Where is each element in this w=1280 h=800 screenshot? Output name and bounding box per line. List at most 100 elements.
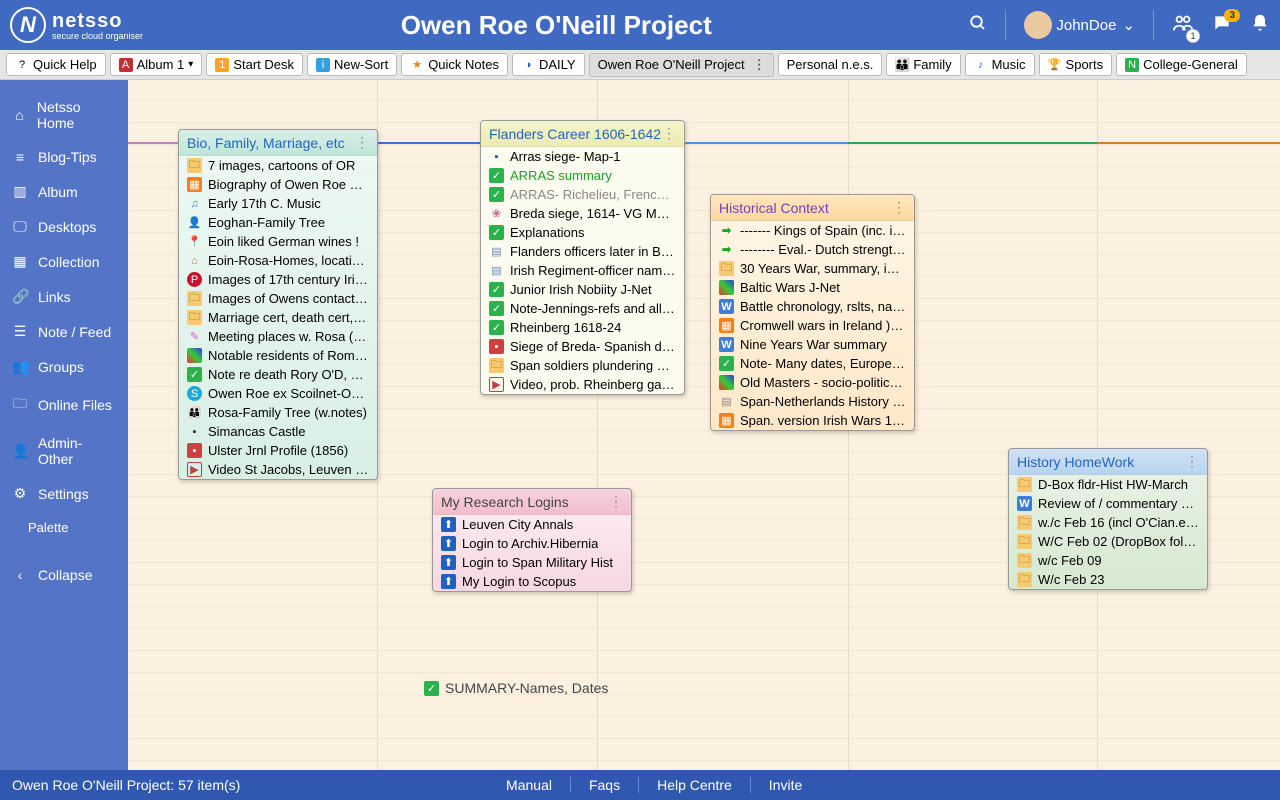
sidebar-item-palette[interactable]: Palette (0, 511, 128, 544)
list-item[interactable]: ➡------- Kings of Spain (inc. ima... (711, 221, 914, 240)
list-item[interactable]: WBattle chronology, rslts, names... (711, 297, 914, 316)
list-item[interactable]: ▶Video St Jacobs, Leuven (marri... (179, 460, 377, 479)
search-icon[interactable] (969, 14, 987, 37)
list-item[interactable]: ▪Ulster Jrnl Profile (1856) (179, 441, 377, 460)
card-historical-context[interactable]: Historical Context⋮➡------- Kings of Spa… (710, 194, 915, 431)
sidebar-item-netsso-home[interactable]: ⌂Netsso Home (0, 90, 128, 140)
list-item[interactable]: Baltic Wars J-Net (711, 278, 914, 297)
footer-link-manual[interactable]: Manual (488, 777, 571, 793)
list-item[interactable]: ▶Video, prob. Rheinberg garrison (481, 375, 684, 394)
list-item[interactable]: 🗀7 images, cartoons of OR (179, 156, 377, 175)
tab-new-sort[interactable]: iNew-Sort (307, 53, 397, 76)
list-item[interactable]: ✓Explanations (481, 223, 684, 242)
sidebar-item-groups[interactable]: 👥Groups (0, 349, 128, 384)
list-item[interactable]: ▤Flanders officers later in Benbu... (481, 242, 684, 261)
user-menu[interactable]: JohnDoe ⌄ (1024, 11, 1135, 39)
footer-link-help-centre[interactable]: Help Centre (639, 777, 751, 793)
bell-icon[interactable] (1250, 13, 1270, 38)
sidebar-item-desktops[interactable]: 🖵Desktops (0, 209, 128, 244)
sidebar-item-collapse[interactable]: ‹Collapse (0, 558, 128, 592)
list-item[interactable]: Old Masters - socio-political art... (711, 373, 914, 392)
sidebar-item-blog-tips[interactable]: ≡Blog-Tips (0, 140, 128, 174)
list-item[interactable]: 👤Eoghan-Family Tree (179, 213, 377, 232)
card-header[interactable]: Flanders Career 1606-1642⋮ (481, 121, 684, 147)
tab-owen-roe-o-neill-project[interactable]: Owen Roe O'Neill Project⋮ (589, 53, 774, 77)
list-item[interactable]: ⬆Leuven City Annals (433, 515, 631, 534)
list-item[interactable]: ♫Early 17th C. Music (179, 194, 377, 213)
card-menu-icon[interactable]: ⋮ (892, 199, 906, 216)
list-item[interactable]: 🗀D-Box fldr-Hist HW-March (1009, 475, 1207, 494)
card-menu-icon[interactable]: ⋮ (355, 134, 369, 151)
sidebar-item-online-files[interactable]: 🗀Online Files (0, 384, 128, 426)
list-item[interactable]: ✓Junior Irish Nobiity J-Net (481, 280, 684, 299)
list-item[interactable]: 🗀W/c Feb 23 (1009, 570, 1207, 589)
people-icon[interactable]: 1 (1172, 12, 1194, 39)
list-item[interactable]: ➡-------- Eval.- Dutch strengths (711, 240, 914, 259)
tab-family[interactable]: 👪Family (886, 53, 960, 76)
list-item[interactable]: ▪Arras siege- Map-1 (481, 147, 684, 166)
list-item[interactable]: ▤Span-Netherlands History fldr (... (711, 392, 914, 411)
list-item[interactable]: WNine Years War summary (711, 335, 914, 354)
lone-item-summary[interactable]: ✓ SUMMARY-Names, Dates (424, 680, 608, 696)
card-header[interactable]: Bio, Family, Marriage, etc⋮ (179, 130, 377, 156)
card-research-logins[interactable]: My Research Logins⋮⬆Leuven City Annals⬆L… (432, 488, 632, 592)
list-item[interactable]: ⬆Login to Archiv.Hibernia (433, 534, 631, 553)
list-item[interactable]: 👪Rosa-Family Tree (w.notes) (179, 403, 377, 422)
card-menu-icon[interactable]: ⋮ (1185, 453, 1199, 470)
list-item[interactable]: 🗀w./c Feb 16 (incl O'Cian.essay) (1009, 513, 1207, 532)
tab-daily[interactable]: ◑DAILY (512, 53, 585, 76)
card-menu-icon[interactable]: ⋮ (609, 493, 623, 510)
card-header[interactable]: My Research Logins⋮ (433, 489, 631, 515)
list-item[interactable]: ✓Note- Many dates, Europe 160... (711, 354, 914, 373)
list-item[interactable]: ✓ARRAS summary (481, 166, 684, 185)
list-item[interactable]: PImages of 17th century Irish c... (179, 270, 377, 289)
sidebar-item-settings[interactable]: ⚙Settings (0, 476, 128, 511)
list-item[interactable]: ⌂Eoin-Rosa-Homes, locations, c... (179, 251, 377, 270)
tab-quick-notes[interactable]: ★Quick Notes (401, 53, 508, 76)
tab-quick-help[interactable]: ?Quick Help (6, 53, 106, 76)
list-item[interactable]: Notable residents of Rome (16... (179, 346, 377, 365)
list-item[interactable]: 🗀w/c Feb 09 (1009, 551, 1207, 570)
list-item[interactable]: 📍Eoin liked German wines ! (179, 232, 377, 251)
list-item[interactable]: ⬆Login to Span Military Hist (433, 553, 631, 572)
list-item[interactable]: ▦Span. version Irish Wars 16th-... (711, 411, 914, 430)
tab-personal-n-e-s-[interactable]: Personal n.e.s. (778, 53, 883, 76)
logo[interactable]: N netsso secure cloud organiser (10, 7, 143, 43)
list-item[interactable]: WReview of / commentary on O'... (1009, 494, 1207, 513)
sidebar-item-admin-other[interactable]: 👤Admin-Other (0, 426, 128, 476)
list-item[interactable]: ▦Biography of Owen Roe O'Neill (179, 175, 377, 194)
sidebar-item-links[interactable]: 🔗Links (0, 279, 128, 314)
tab-start-desk[interactable]: 1Start Desk (206, 53, 303, 76)
card-history-homework[interactable]: History HomeWork⋮🗀D-Box fldr-Hist HW-Mar… (1008, 448, 1208, 590)
list-item[interactable]: ✎Meeting places w. Rosa (secret) (179, 327, 377, 346)
list-item[interactable]: ✓ARRAS- Richelieu, French view (481, 185, 684, 204)
list-item[interactable]: ❀Breda siege, 1614- VG Map- N... (481, 204, 684, 223)
tab-options-icon[interactable]: ⋮ (753, 57, 765, 73)
list-item[interactable]: 🗀30 Years War, summary, imag... (711, 259, 914, 278)
list-item[interactable]: 🗀Images of Owens contacts (Ol... (179, 289, 377, 308)
list-item[interactable]: 🗀Marriage cert, death cert, othe... (179, 308, 377, 327)
card-bio[interactable]: Bio, Family, Marriage, etc⋮🗀7 images, ca… (178, 129, 378, 480)
sidebar-item-note-feed[interactable]: ☰Note / Feed (0, 314, 128, 349)
list-item[interactable]: SOwen Roe ex Scoilnet-Only Lin... (179, 384, 377, 403)
card-flanders[interactable]: Flanders Career 1606-1642⋮▪Arras siege- … (480, 120, 685, 395)
footer-link-faqs[interactable]: Faqs (571, 777, 639, 793)
list-item[interactable]: ✓Note re death Rory O'D, arrival... (179, 365, 377, 384)
chat-icon[interactable]: 3 (1212, 13, 1232, 38)
tab-sports[interactable]: 🏆Sports (1039, 53, 1113, 76)
card-header[interactable]: History HomeWork⋮ (1009, 449, 1207, 475)
list-item[interactable]: ⬆My Login to Scopus (433, 572, 631, 591)
list-item[interactable]: ▪Simancas Castle (179, 422, 377, 441)
sidebar-item-album[interactable]: ▥Album (0, 174, 128, 209)
sidebar-item-collection[interactable]: ▦Collection (0, 244, 128, 279)
list-item[interactable]: 🗀Span soldiers plundering Wom... (481, 356, 684, 375)
list-item[interactable]: ✓Rheinberg 1618-24 (481, 318, 684, 337)
tab-music[interactable]: ♪Music (965, 53, 1035, 76)
card-menu-icon[interactable]: ⋮ (662, 125, 676, 142)
list-item[interactable]: ▤Irish Regiment-officer names, ... (481, 261, 684, 280)
canvas[interactable]: Bio, Family, Marriage, etc⋮🗀7 images, ca… (128, 80, 1280, 770)
list-item[interactable]: 🗀W/C Feb 02 (DropBox folder) (1009, 532, 1207, 551)
tab-album-1[interactable]: AAlbum 1▾ (110, 53, 203, 76)
list-item[interactable]: ▪Siege of Breda- Spanish descry... (481, 337, 684, 356)
footer-link-invite[interactable]: Invite (751, 777, 820, 793)
